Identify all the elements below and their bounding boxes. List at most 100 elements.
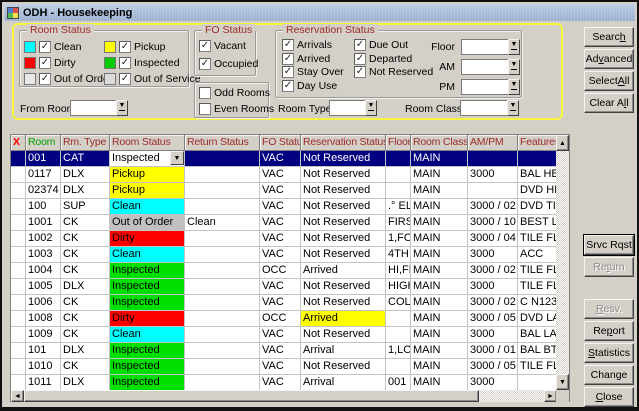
- room-status-combo[interactable]: Inspected▼: [110, 151, 184, 166]
- cell-rm-type: CK: [61, 327, 110, 343]
- statistics-button[interactable]: Statistics: [584, 343, 634, 363]
- checkbox-item-out-of-order[interactable]: ✓Out of Order: [24, 71, 104, 87]
- title-bar[interactable]: ODH - Housekeeping: [4, 4, 635, 21]
- pm-combo: ▼: [461, 79, 520, 95]
- grid-row-room-101[interactable]: 101DLXInspectedVACArrival1,LOWMAIN3000 /…: [11, 343, 557, 359]
- pm-combo-drop-button[interactable]: ▼: [508, 79, 520, 95]
- am-combo: ▼: [461, 59, 520, 75]
- grid-row-room-1005[interactable]: 1005DLXInspectedVACNot ReservedHIGHMAIN3…: [11, 279, 557, 295]
- scroll-down-button[interactable]: ▼: [556, 374, 569, 390]
- return-button[interactable]: Return: [584, 257, 634, 277]
- am-combo-drop-button[interactable]: ▼: [508, 59, 520, 75]
- column-header-return-status[interactable]: Return Status: [185, 135, 260, 151]
- grid-row-room-100[interactable]: 100SUPCleanVACNot Reserved.° ELISMAIN300…: [11, 199, 557, 215]
- change-button[interactable]: Change: [584, 365, 634, 385]
- checkbox-item-pickup[interactable]: ✓Pickup: [104, 39, 201, 55]
- chevron-down-icon: ▼: [511, 82, 518, 90]
- column-header-rm-type[interactable]: Rm. Type: [61, 135, 110, 151]
- column-header-room[interactable]: Room: [26, 135, 61, 151]
- horizontal-scrollbar[interactable]: ◄ ►: [11, 390, 557, 402]
- room-type-combo-field[interactable]: [329, 100, 365, 116]
- checkbox-not-reserved[interactable]: ✓: [354, 66, 366, 78]
- checkbox-occupied[interactable]: ✓: [199, 58, 211, 70]
- column-header-reservation-status[interactable]: Reservation Status: [301, 135, 386, 151]
- room-status-combo-drop-button[interactable]: ▼: [170, 151, 184, 165]
- checkbox-inspected[interactable]: ✓: [119, 57, 131, 69]
- grid-row-room-1008[interactable]: 1008CKDirtyOCCArrivedMAIN3000 / 05DVD LA…: [11, 311, 557, 327]
- grid-row-room-1010[interactable]: 1010CKInspectedVACNot ReservedMAIN3000 /…: [11, 359, 557, 375]
- checkbox-departed[interactable]: ✓: [354, 53, 366, 65]
- vertical-scrollbar[interactable]: ▲ ▼: [556, 135, 569, 390]
- column-header-fo-status[interactable]: FO Status: [260, 135, 301, 151]
- column-header-features[interactable]: Features: [518, 135, 557, 151]
- checkbox-dirty[interactable]: ✓: [39, 57, 51, 69]
- checkbox-item-vacant[interactable]: ✓Vacant: [199, 38, 258, 54]
- grid-row-room-1009[interactable]: 1009CKCleanVACNot ReservedMAIN3000BAL LA…: [11, 327, 557, 343]
- cell-room: 1004: [26, 263, 61, 279]
- grid-row-room-0117[interactable]: 0117DLXPickupVACNot ReservedMAIN3000BAL …: [11, 167, 557, 183]
- am-combo-field[interactable]: [461, 59, 508, 75]
- out-of-order-color-swatch: [24, 73, 36, 85]
- grid-row-room-1006[interactable]: 1006CKInspectedVACNot ReservedCOLCMAIN30…: [11, 295, 557, 311]
- checkbox-item-out-of-service[interactable]: ✓Out of Service: [104, 71, 201, 87]
- search-button[interactable]: Search: [584, 27, 634, 47]
- pm-combo-field[interactable]: [461, 79, 508, 95]
- checkbox-clean[interactable]: ✓: [39, 41, 51, 53]
- checkbox-item-even-rooms[interactable]: Even Rooms: [199, 101, 274, 117]
- cell-floor: .° ELIS: [386, 199, 411, 215]
- column-header-x[interactable]: X: [11, 135, 26, 151]
- checkbox-odd-rooms[interactable]: [199, 87, 211, 99]
- room-status-group-title: Room Status: [27, 24, 94, 36]
- checkbox-item-inspected[interactable]: ✓Inspected: [104, 55, 201, 71]
- checkbox-out-of-order[interactable]: ✓: [39, 73, 51, 85]
- grid-row-room-1003[interactable]: 1003CKCleanVACNot Reserved4TH FMAIN3000A…: [11, 247, 557, 263]
- column-header-floor[interactable]: Floor: [386, 135, 411, 151]
- checkbox-pickup[interactable]: ✓: [119, 41, 131, 53]
- checkbox-day-use[interactable]: ✓: [282, 80, 294, 92]
- advanced-button[interactable]: Advanced: [584, 49, 634, 69]
- column-header-room-class[interactable]: Room Class: [411, 135, 468, 151]
- clear-all-button[interactable]: Clear All: [584, 93, 634, 113]
- close-button[interactable]: Close: [584, 387, 634, 407]
- floor-combo-field[interactable]: [461, 39, 508, 55]
- floor-combo-drop-button[interactable]: ▼: [508, 39, 520, 55]
- checkbox-item-clean[interactable]: ✓Clean: [24, 39, 104, 55]
- cell-fo-status: VAC: [260, 199, 301, 215]
- checkbox-item-occupied[interactable]: ✓Occupied: [199, 56, 258, 72]
- checkbox-vacant[interactable]: ✓: [199, 40, 211, 52]
- room-class-combo-field[interactable]: [460, 100, 507, 116]
- column-header-room-status[interactable]: Room Status: [110, 135, 185, 151]
- resv-button[interactable]: Resv.: [584, 299, 634, 319]
- room-type-combo-drop-button[interactable]: ▼: [365, 100, 377, 116]
- scroll-left-button[interactable]: ◄: [11, 390, 24, 402]
- report-button[interactable]: Report: [584, 321, 634, 341]
- from-room-combo-drop-button[interactable]: ▼: [116, 100, 128, 116]
- cell-select: [11, 359, 26, 375]
- checkbox-due-out[interactable]: ✓: [354, 39, 366, 51]
- checkbox-label-not-reserved: Not Reserved: [369, 66, 433, 78]
- grid-row-room-001[interactable]: 001CATInspected▼VACNot ReservedMAIN: [11, 151, 557, 167]
- checkbox-item-not-reserved[interactable]: ✓Not Reserved: [354, 64, 433, 80]
- room-class-combo-drop-button[interactable]: ▼: [507, 100, 519, 116]
- checkbox-item-dirty[interactable]: ✓Dirty: [24, 55, 104, 71]
- grid-row-room-1001[interactable]: 1001CKOut of OrderCleanVACNot ReservedFI…: [11, 215, 557, 231]
- scroll-up-button[interactable]: ▲: [556, 135, 569, 151]
- column-header-am-pm[interactable]: AM/PM: [468, 135, 518, 151]
- checkbox-even-rooms[interactable]: [199, 103, 211, 115]
- grid-row-room-1002[interactable]: 1002CKDirtyVACNot Reserved1,FOMAIN3000 /…: [11, 231, 557, 247]
- checkbox-arrivals[interactable]: ✓: [282, 39, 294, 51]
- floor-combo: ▼: [461, 39, 520, 55]
- from-room-combo-field[interactable]: [70, 100, 116, 116]
- checkbox-stay-over[interactable]: ✓: [282, 66, 294, 78]
- grid-row-room-02374[interactable]: 02374DLXPickupVACNot ReservedMAINDVD HB: [11, 183, 557, 199]
- checkbox-item-odd-rooms[interactable]: Odd Rooms: [199, 85, 274, 101]
- horizontal-scroll-thumb[interactable]: [24, 390, 479, 402]
- checkbox-arrived[interactable]: ✓: [282, 53, 294, 65]
- grid-row-room-1004[interactable]: 1004CKInspectedOCCArrivedHI,FLOMAIN3000 …: [11, 263, 557, 279]
- select-all-button[interactable]: Select All: [584, 71, 634, 91]
- srvc-rqst-button[interactable]: Srvc Rqst: [584, 235, 634, 255]
- cell-room-status: Clean: [110, 247, 185, 263]
- checkbox-item-day-use[interactable]: ✓Day Use: [282, 78, 344, 94]
- checkbox-out-of-service[interactable]: ✓: [119, 73, 131, 85]
- grid-row-room-1011[interactable]: 1011DLXInspectedVACArrival001MAIN3000: [11, 375, 557, 390]
